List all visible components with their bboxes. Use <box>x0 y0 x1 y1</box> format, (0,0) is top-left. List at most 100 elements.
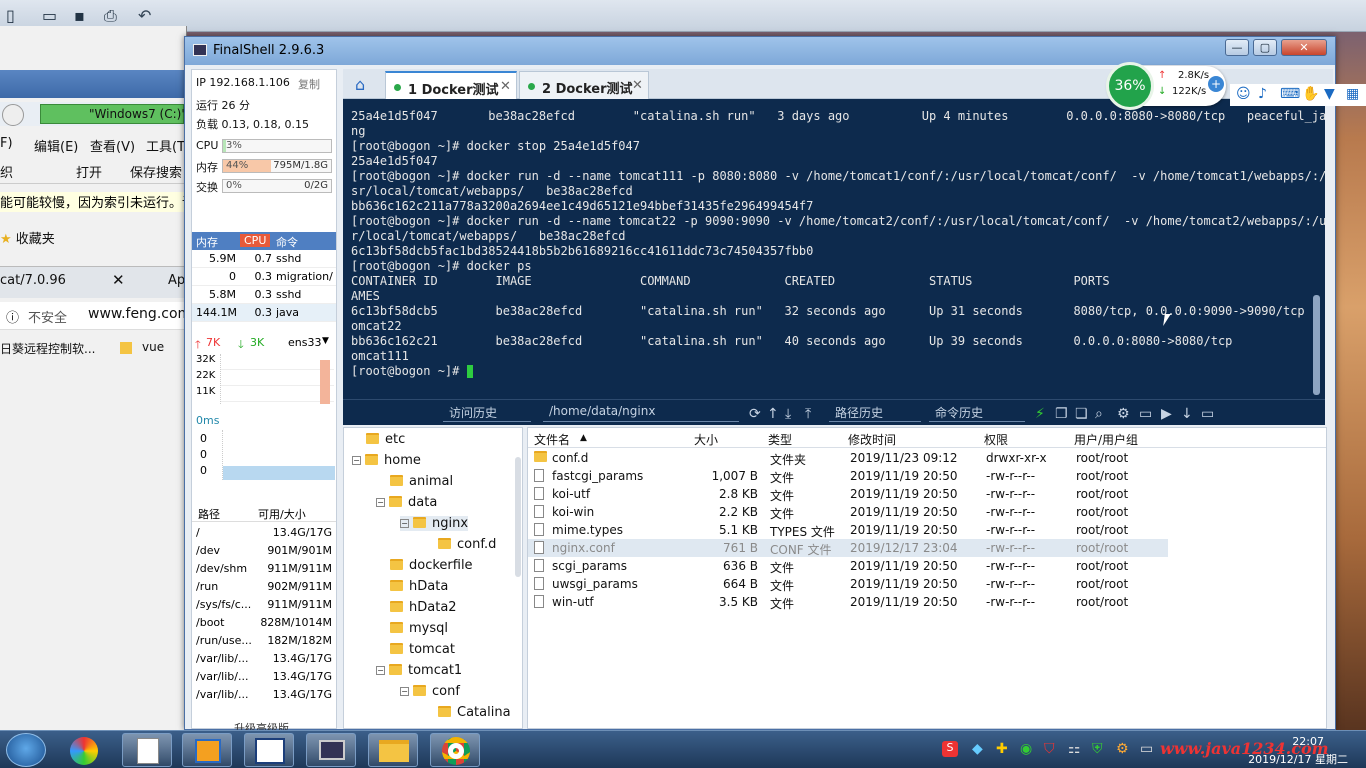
tray-icon-360[interactable]: ◉ <box>1020 741 1032 757</box>
net-iface[interactable]: ens33 <box>288 336 321 349</box>
tray-icon-cube[interactable]: ◆ <box>972 741 983 757</box>
upload-icon[interactable]: ⤒ <box>805 406 811 422</box>
expand-toggle-icon[interactable]: − <box>376 666 385 675</box>
taskbar-app-computer[interactable] <box>306 733 356 767</box>
proc-header-cpu[interactable]: CPU <box>240 234 271 247</box>
expand-toggle-icon[interactable]: − <box>352 456 361 465</box>
copy-ip-button[interactable]: 复制 <box>298 76 320 92</box>
path-history-field[interactable]: 路径历史 <box>829 404 921 422</box>
file-row[interactable]: conf.d 文件夹 2019/11/23 09:12 drwxr-xr-x root/… <box>528 449 1168 467</box>
clock-date[interactable]: 2019/12/17 星期二 <box>1248 751 1348 767</box>
expand-toggle-icon[interactable]: − <box>400 687 409 696</box>
disk-row[interactable]: /boot 828M/1014M <box>192 614 336 632</box>
maximize-button[interactable]: ▢ <box>1253 39 1277 56</box>
command-history-field[interactable]: 命令历史 <box>929 404 1025 422</box>
disk-row[interactable]: /run 902M/911M <box>192 578 336 596</box>
minimize-button[interactable]: — <box>1225 39 1249 56</box>
print-icon[interactable]: ⎙ <box>104 6 117 26</box>
col-perm[interactable]: 权限 <box>984 431 1008 448</box>
close-icon[interactable]: ✕ <box>112 271 125 289</box>
visit-history-field[interactable]: 访问历史 <box>443 404 531 422</box>
tree-node[interactable]: − nginx <box>400 516 469 531</box>
disk-row[interactable]: /dev/shm 911M/911M <box>192 560 336 578</box>
col-size[interactable]: 大小 <box>694 431 718 448</box>
taskbar-app-tool[interactable] <box>182 733 232 767</box>
disk-header-path[interactable]: 路径 <box>198 506 220 522</box>
menu-file[interactable]: F) <box>0 136 13 151</box>
taskbar-app-finalshell[interactable] <box>244 733 294 767</box>
tree-node[interactable]: − home <box>352 453 421 468</box>
organize-button[interactable]: 织 <box>0 162 13 181</box>
tree-node[interactable]: animal <box>376 474 453 489</box>
browser-urlbar[interactable]: ⓘ 不安全 www.feng.com <box>0 302 187 330</box>
keyboard-icon[interactable]: ⌨ <box>1280 86 1300 102</box>
tray-icon-plus[interactable]: ✚ <box>996 741 1008 757</box>
tree-node[interactable]: − tomcat1 <box>376 663 462 678</box>
tool-icon[interactable]: ✋ <box>1302 86 1319 102</box>
disk-row[interactable]: / 13.4G/17G <box>192 524 336 542</box>
tree-node[interactable]: − conf <box>400 684 460 699</box>
memory-usage-badge[interactable]: 36% <box>1106 62 1154 110</box>
terminal-scrollbar[interactable] <box>1313 295 1320 395</box>
plus-icon[interactable]: + <box>1208 76 1224 92</box>
tree-node[interactable]: mysql <box>376 621 448 636</box>
tray-icon-gear[interactable]: ⚙ <box>1116 741 1129 757</box>
menu-edit[interactable]: 编辑(E) <box>34 136 78 155</box>
menu-tools[interactable]: 工具(T) <box>146 136 187 155</box>
disk-row[interactable]: /run/use... 182M/182M <box>192 632 336 650</box>
paste-icon[interactable]: ❏ <box>1075 406 1088 422</box>
process-row[interactable]: 5.8M 0.3 sshd <box>192 286 336 304</box>
taskbar-app-chrome[interactable] <box>430 733 480 767</box>
process-row[interactable]: 144.1M 0.3 java <box>192 304 336 322</box>
favorites[interactable]: ★ 收藏夹 <box>0 228 187 248</box>
taskbar-app-notepad[interactable] <box>122 733 172 767</box>
smile-icon[interactable]: ☺ <box>1236 86 1251 102</box>
mic-icon[interactable]: ♪ <box>1258 86 1267 102</box>
undo-icon[interactable]: ↶ <box>138 6 151 25</box>
search-icon[interactable]: ⌕ <box>1095 406 1103 422</box>
lightning-icon[interactable]: ⚡ <box>1035 406 1045 422</box>
window-icon[interactable]: ▭ <box>1201 406 1214 422</box>
tray-icon-shield[interactable]: ⛉ <box>1044 741 1055 757</box>
disk-row[interactable]: /var/lib/... 13.4G/17G <box>192 650 336 668</box>
col-owner[interactable]: 用户/用户组 <box>1074 431 1138 448</box>
disk-row[interactable]: /dev 901M/901M <box>192 542 336 560</box>
process-row[interactable]: 0 0.3 migration/ <box>192 268 336 286</box>
tray-icon-s[interactable]: S <box>942 741 958 757</box>
expand-toggle-icon[interactable]: − <box>376 498 385 507</box>
tree-node[interactable]: − data <box>376 495 437 510</box>
tray-icon-security[interactable]: ⛨ <box>1092 741 1103 757</box>
process-row[interactable]: 5.9M 0.7 sshd <box>192 250 336 268</box>
grid-icon[interactable]: ▦ <box>1346 86 1359 102</box>
disk-header-free[interactable]: 可用/大小 <box>258 506 306 522</box>
disk-row[interactable]: /var/lib/... 13.4G/17G <box>192 668 336 686</box>
close-icon[interactable]: ✕ <box>500 79 511 94</box>
new-doc-icon[interactable]: ▯ <box>6 6 15 25</box>
arrow-down-icon[interactable]: ↓ <box>1181 406 1193 422</box>
taskbar-app-paint[interactable] <box>60 733 110 767</box>
back-icon[interactable] <box>2 104 24 126</box>
col-mtime[interactable]: 修改时间 <box>848 431 896 448</box>
tree-node[interactable]: dockerfile <box>376 558 473 573</box>
url-text[interactable]: www.feng.com <box>88 306 187 322</box>
file-row[interactable]: scgi_params 636 B 文件 2019/11/19 20:50 -rw-r-… <box>528 557 1168 575</box>
close-button[interactable]: ✕ <box>1281 39 1327 56</box>
play-icon[interactable]: ▶ <box>1161 406 1172 422</box>
open-button[interactable]: 打开 <box>58 162 102 181</box>
shirt-icon[interactable]: ▼ <box>1324 86 1335 102</box>
address-bar[interactable]: "Windows7 (C:)" <box>40 104 187 124</box>
tray-icon-monitor[interactable]: ▭ <box>1140 741 1153 757</box>
save-icon[interactable]: ▪ <box>74 6 85 25</box>
up-icon[interactable]: ↑ <box>767 406 779 422</box>
refresh-icon[interactable]: ⟳ <box>749 406 761 422</box>
start-button[interactable] <box>6 733 46 767</box>
tab-docker-2[interactable]: 2 Docker测试 ✕ <box>519 71 649 99</box>
browser-tab-tomcat[interactable]: cat/7.0.96 <box>0 273 66 288</box>
tree-node[interactable]: Catalina <box>424 705 511 720</box>
bookmark-vue[interactable]: vue <box>142 340 164 354</box>
terminal-prompt-line[interactable]: [root@bogon ~]# <box>351 364 1325 379</box>
chevron-down-icon[interactable]: ▼ <box>322 336 329 346</box>
terminal[interactable]: 25a4e1d5f047 be38ac28efcd "catalina.sh r… <box>343 99 1325 399</box>
file-row[interactable]: koi-utf 2.8 KB 文件 2019/11/19 20:50 -rw-r--r-… <box>528 485 1168 503</box>
tree-node[interactable]: hData2 <box>376 600 457 615</box>
